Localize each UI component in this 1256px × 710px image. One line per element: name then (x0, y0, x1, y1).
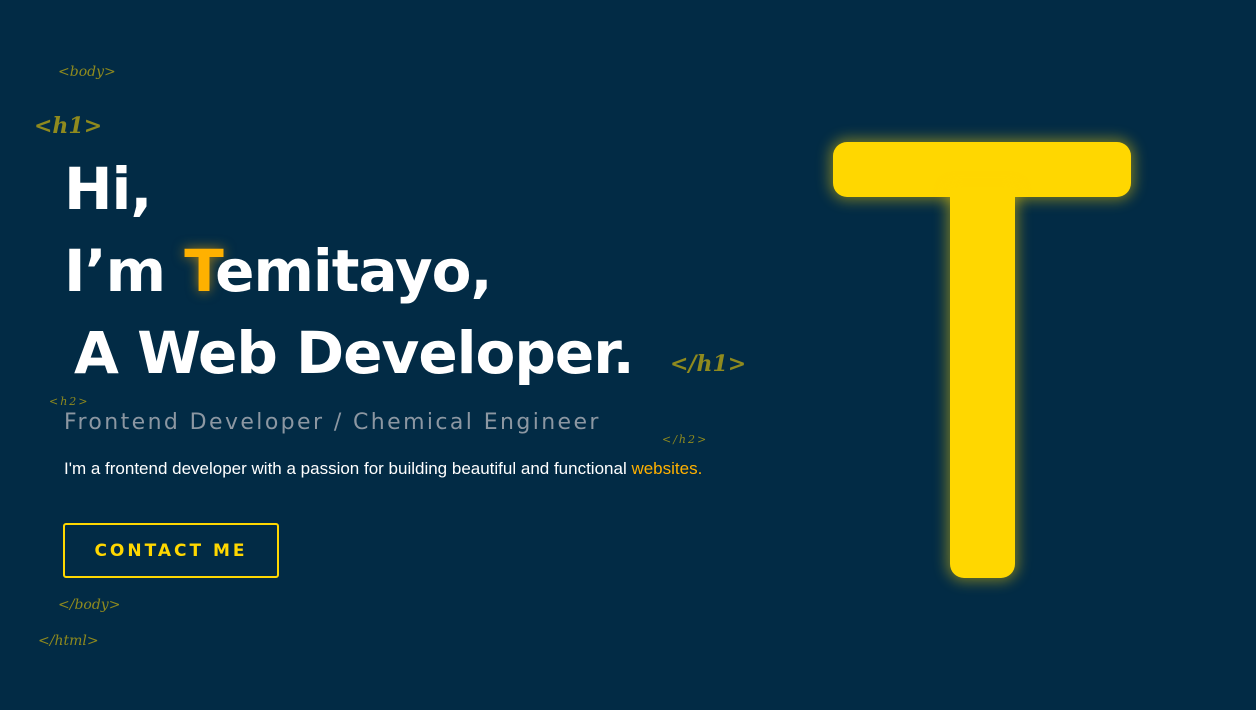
decor-tag-body-open: <body> (58, 64, 116, 80)
hero-line-role: A Web Developer. (74, 319, 635, 387)
hero-name-prefix: I’m (64, 237, 185, 305)
letter-t-logo-icon (820, 130, 1145, 595)
hero-name-rest: emitayo, (215, 237, 492, 305)
hero-subtitle: Frontend Developer / Chemical Engineer (64, 410, 601, 435)
decor-tag-html-close: </html> (38, 633, 99, 649)
hero-heading: Hi, I’m Temitayo, A Web Developer. (64, 148, 635, 394)
logo-t-stem (950, 188, 1015, 578)
hero-name-accent-letter: T (184, 237, 216, 305)
intro-paragraph: I'm a frontend developer with a passion … (64, 456, 724, 481)
hero-line-greeting: Hi, (64, 155, 152, 223)
decor-tag-h2-open: <h2> (49, 395, 90, 408)
hero-line-name: I’m Temitayo, (64, 230, 634, 312)
decor-tag-body-close: </body> (58, 597, 121, 613)
decor-tag-h2-close: </h2> (662, 433, 709, 446)
intro-text: I'm a frontend developer with a passion … (64, 459, 632, 478)
decor-tag-h1-close: </h1> (670, 351, 747, 377)
decor-tag-h1-open: <h1> (34, 113, 103, 139)
intro-highlight: websites. (631, 459, 703, 478)
contact-me-button[interactable]: CONTACT ME (63, 523, 279, 578)
